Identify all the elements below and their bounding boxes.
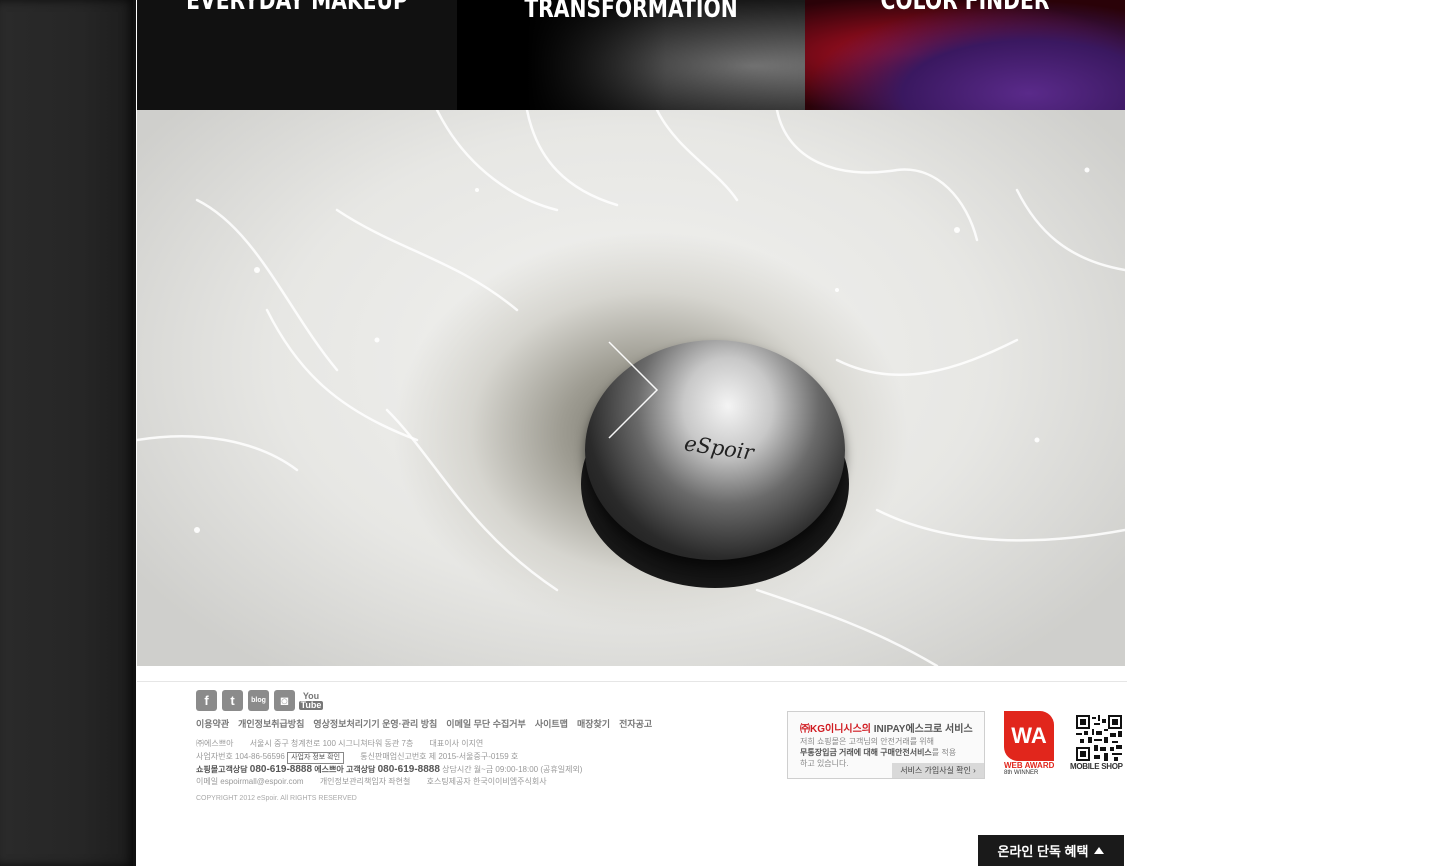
banner-title: EVERYDAY MAKEUP — [186, 0, 408, 16]
hero-image: eSpoir — [137, 110, 1125, 666]
social-links: f t blog ◙ You Tube — [196, 690, 324, 712]
banner-transformation[interactable]: TRANSFORMATION — [457, 0, 805, 110]
blog-icon[interactable]: blog — [248, 690, 269, 711]
escrow-verify-button[interactable]: 서비스 가입사실 확인 › — [892, 763, 984, 778]
qr-code-icon[interactable] — [1076, 715, 1122, 761]
hosting-provider: 호스팅제공자 한국이이비엠주식회사 — [426, 777, 547, 786]
company-ceo: 대표이사 이지연 — [429, 739, 484, 748]
link-email-refusal[interactable]: 이메일 무단 수집거부 — [446, 717, 526, 730]
privacy-officer: 개인정보관리책임자 좌현철 — [319, 777, 411, 786]
mail-order-number: 통신판매업신고번호 제 2015-서울중구-0159 호 — [360, 751, 519, 761]
twitter-icon[interactable]: t — [222, 690, 243, 711]
mobile-shop-label: MOBILE SHOP — [1070, 762, 1123, 771]
company-info: ㈜에스쁘아 서울시 중구 청계천로 100 시그니쳐타워 동관 7층 대표이사 … — [196, 738, 582, 789]
escrow-service-box: ㈜KG이니시스의 INIPAY에스크로 서비스 저희 쇼핑몰은 고객님의 안전거… — [787, 711, 985, 779]
business-number: 사업자번호 104-86-56596 — [196, 751, 285, 761]
company-name: ㈜에스쁘아 — [196, 739, 234, 748]
link-store-finder[interactable]: 매장찾기 — [577, 717, 610, 730]
link-terms[interactable]: 이용약관 — [196, 717, 229, 730]
cs-hours: 상담시간 월~금 09:00-18:00 (공휴일제외) — [442, 764, 583, 774]
link-privacy[interactable]: 개인정보취급방침 — [238, 717, 304, 730]
shop-cs-phone: 080-619-8888 — [249, 763, 313, 775]
web-award-text: WEB AWARD — [1004, 761, 1055, 770]
link-sitemap[interactable]: 사이트맵 — [535, 717, 568, 730]
youtube-icon[interactable]: You Tube — [298, 690, 324, 711]
banner-title: TRANSFORMATION — [524, 0, 738, 24]
web-award-logo: WA — [1004, 711, 1054, 761]
facebook-icon[interactable]: f — [196, 690, 217, 711]
online-benefit-label: 온라인 단독 혜택 — [997, 844, 1089, 859]
escrow-title: ㈜KG이니시스의 INIPAY에스크로 서비스 — [800, 724, 973, 735]
left-sidebar — [0, 0, 136, 866]
link-public-notice[interactable]: 전자공고 — [619, 717, 652, 730]
banner-everyday-makeup[interactable]: EVERYDAY MAKEUP — [137, 0, 457, 110]
banner-color-finder[interactable]: COLOR FINDER — [805, 0, 1125, 110]
brand-cs-phone: 080-619-8888 — [377, 763, 440, 775]
banner-title: COLOR FINDER — [880, 0, 1050, 16]
instagram-icon[interactable]: ◙ — [274, 690, 295, 711]
company-address: 서울시 중구 청계천로 100 시그니쳐타워 동관 7층 — [249, 739, 414, 748]
shop-cs-label: 쇼핑몰고객상담 — [196, 764, 248, 774]
link-cctv-policy[interactable]: 영상정보처리기기 운영·관리 방침 — [313, 717, 437, 730]
business-info-button[interactable]: 사업자 정보 확인 — [287, 751, 345, 764]
footer-links: 이용약관 개인정보취급방침 영상정보처리기기 운영·관리 방침 이메일 무단 수… — [196, 717, 652, 730]
triangle-up-icon — [1094, 847, 1105, 854]
web-award-badge: WA WEB AWARD 8th WINNER — [1004, 711, 1056, 781]
copyright: COPYRIGHT 2012 eSpoir. All RIGHTS RESERV… — [196, 795, 357, 802]
chevron-right-icon[interactable] — [607, 340, 659, 440]
contact-email[interactable]: 이메일 espoirmall@espoir.com — [196, 777, 304, 786]
web-award-sub: 8th WINNER — [1004, 770, 1039, 776]
brand-cs-label: 에스쁘아 고객상담 — [314, 764, 376, 774]
online-benefit-button[interactable]: 온라인 단독 혜택 — [978, 835, 1124, 866]
footer-divider — [137, 681, 1127, 682]
